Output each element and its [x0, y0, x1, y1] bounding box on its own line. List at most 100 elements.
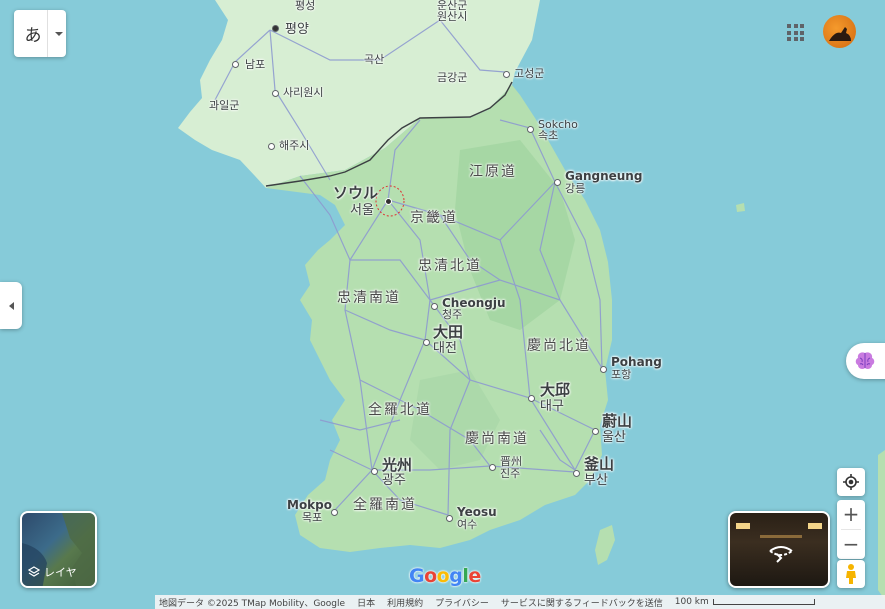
- zoom-control: + −: [837, 500, 865, 559]
- logo-letter-o2: o: [436, 565, 450, 587]
- label-gwangju-ja: 光州: [382, 456, 413, 474]
- layers-icon: [28, 566, 40, 577]
- layers-button[interactable]: レイヤ: [20, 511, 97, 588]
- street-view-thumbnail[interactable]: [728, 511, 830, 588]
- label-ulsan-ko: 울산: [602, 430, 626, 445]
- google-logo: Google: [409, 565, 481, 587]
- city-dot: [592, 428, 599, 435]
- expand-side-panel-button[interactable]: [0, 282, 22, 329]
- city-dot: [573, 470, 580, 477]
- avatar[interactable]: [823, 15, 856, 48]
- label-daejeon-ko: 대전: [433, 341, 457, 356]
- brain-icon: [855, 352, 875, 369]
- pegman-button[interactable]: [837, 560, 865, 588]
- city-dot: [528, 395, 535, 402]
- label-yeosu-ko: 여수: [457, 518, 478, 531]
- label-jinju-ko: 진주: [500, 467, 521, 480]
- chevron-down-icon[interactable]: [55, 31, 63, 36]
- city-dot: [600, 366, 607, 373]
- label-jeonbuk: 全羅北道: [368, 402, 432, 418]
- feedback-link[interactable]: サービスに関するフィードバックを送信: [501, 596, 663, 609]
- label-gangneung-en: Gangneung: [565, 169, 643, 183]
- right-edge-land: [878, 450, 885, 600]
- logo-letter-g2: g: [449, 565, 463, 587]
- label-gwangju-ko: 광주: [382, 473, 406, 488]
- city-dot: [371, 468, 378, 475]
- label-pohang-ko: 포항: [611, 368, 632, 381]
- rotate-360-icon: [769, 546, 793, 563]
- label-seoul-ko: 서울: [350, 203, 374, 218]
- scale-label[interactable]: 100 km: [675, 597, 709, 607]
- city-dot: [268, 143, 275, 150]
- label-onsan: 원산시: [437, 10, 468, 23]
- label-pyongsong: 평성: [295, 0, 316, 12]
- city-dot: [431, 303, 438, 310]
- ai-assistant-button[interactable]: [846, 343, 885, 379]
- label-nampo: 남포: [245, 58, 266, 71]
- zoom-in-button[interactable]: +: [837, 500, 865, 529]
- label-yeosu-en: Yeosu: [457, 505, 497, 519]
- map-data-attribution: 地図データ ©2025 TMap Mobility、Google: [159, 598, 346, 609]
- label-gangwon: 江原道: [469, 164, 517, 180]
- label-jeonnam: 全羅南道: [353, 497, 417, 513]
- label-gyeongnam: 慶尚南道: [465, 431, 529, 447]
- label-cheongju-ko: 청주: [442, 308, 463, 321]
- pegman-icon: [846, 564, 856, 584]
- label-geumgang: 금강군: [437, 71, 468, 84]
- label-daegu-ko: 대구: [540, 399, 564, 414]
- scale-bar: [712, 599, 815, 605]
- zoom-out-button[interactable]: −: [837, 530, 865, 559]
- label-goseong: 고성군: [514, 67, 545, 80]
- city-dot: [272, 90, 279, 97]
- label-seoul-ja: ソウル: [333, 184, 379, 202]
- layers-label: レイヤ: [44, 566, 77, 579]
- apps-grid-icon[interactable]: [787, 24, 804, 41]
- label-gangneung-ko: 강릉: [565, 182, 586, 195]
- input-tools-button[interactable]: あ: [14, 10, 66, 57]
- street-view-image: [736, 523, 822, 563]
- label-chungbuk: 忠清北道: [418, 258, 482, 274]
- label-pohang-en: Pohang: [611, 355, 662, 369]
- label-pyongyang: 평양: [285, 22, 309, 37]
- avatar-image: [829, 27, 851, 41]
- label-chungnam: 忠清南道: [337, 290, 401, 306]
- label-gyeongbuk: 慶尚北道: [527, 338, 591, 354]
- country-link[interactable]: 日本: [357, 596, 375, 609]
- label-gwail: 과일군: [209, 99, 240, 112]
- city-dot: [446, 515, 453, 522]
- label-ulsan-ja: 蔚山: [602, 412, 633, 430]
- seoul-capital-dot: [385, 198, 392, 205]
- label-mokpo-ko: 목포: [302, 511, 323, 524]
- divider: [47, 10, 48, 57]
- logo-letter-g: G: [409, 565, 425, 587]
- label-jinju-ja: 晋州: [500, 455, 522, 468]
- chevron-left-icon: [8, 301, 14, 310]
- label-daegu-ja: 大邱: [540, 381, 571, 399]
- locate-icon: [843, 474, 859, 490]
- city-dot: [503, 71, 510, 78]
- city-dot: [489, 464, 496, 471]
- city-dot: [232, 61, 239, 68]
- label-gyeonggi: 京畿道: [410, 210, 458, 226]
- city-dot: [527, 126, 534, 133]
- label-haeju: 해주시: [279, 139, 310, 152]
- city-dot: [331, 509, 338, 516]
- label-daejeon-ja: 大田: [433, 323, 464, 341]
- privacy-link[interactable]: プライバシー: [435, 596, 489, 609]
- city-dot: [272, 25, 279, 32]
- city-dot: [423, 339, 430, 346]
- label-sariwon: 사리원시: [283, 86, 324, 99]
- language-glyph: あ: [24, 26, 42, 46]
- label-sokcho-ko: 속초: [538, 129, 559, 142]
- terms-link[interactable]: 利用規約: [387, 596, 423, 609]
- city-dot: [554, 179, 561, 186]
- label-mokpo-en: Mokpo: [287, 498, 332, 512]
- layers-label-row: レイヤ: [28, 564, 77, 580]
- logo-letter-e: e: [468, 565, 481, 587]
- map-footer: 地図データ ©2025 TMap Mobility、Google 日本 利用規約…: [155, 595, 885, 609]
- logo-letter-o1: o: [424, 565, 437, 587]
- label-busan-ko: 부산: [584, 473, 608, 488]
- label-goksan: 곡산: [364, 53, 385, 66]
- label-busan-ja: 釜山: [584, 455, 615, 473]
- my-location-button[interactable]: [837, 468, 865, 496]
